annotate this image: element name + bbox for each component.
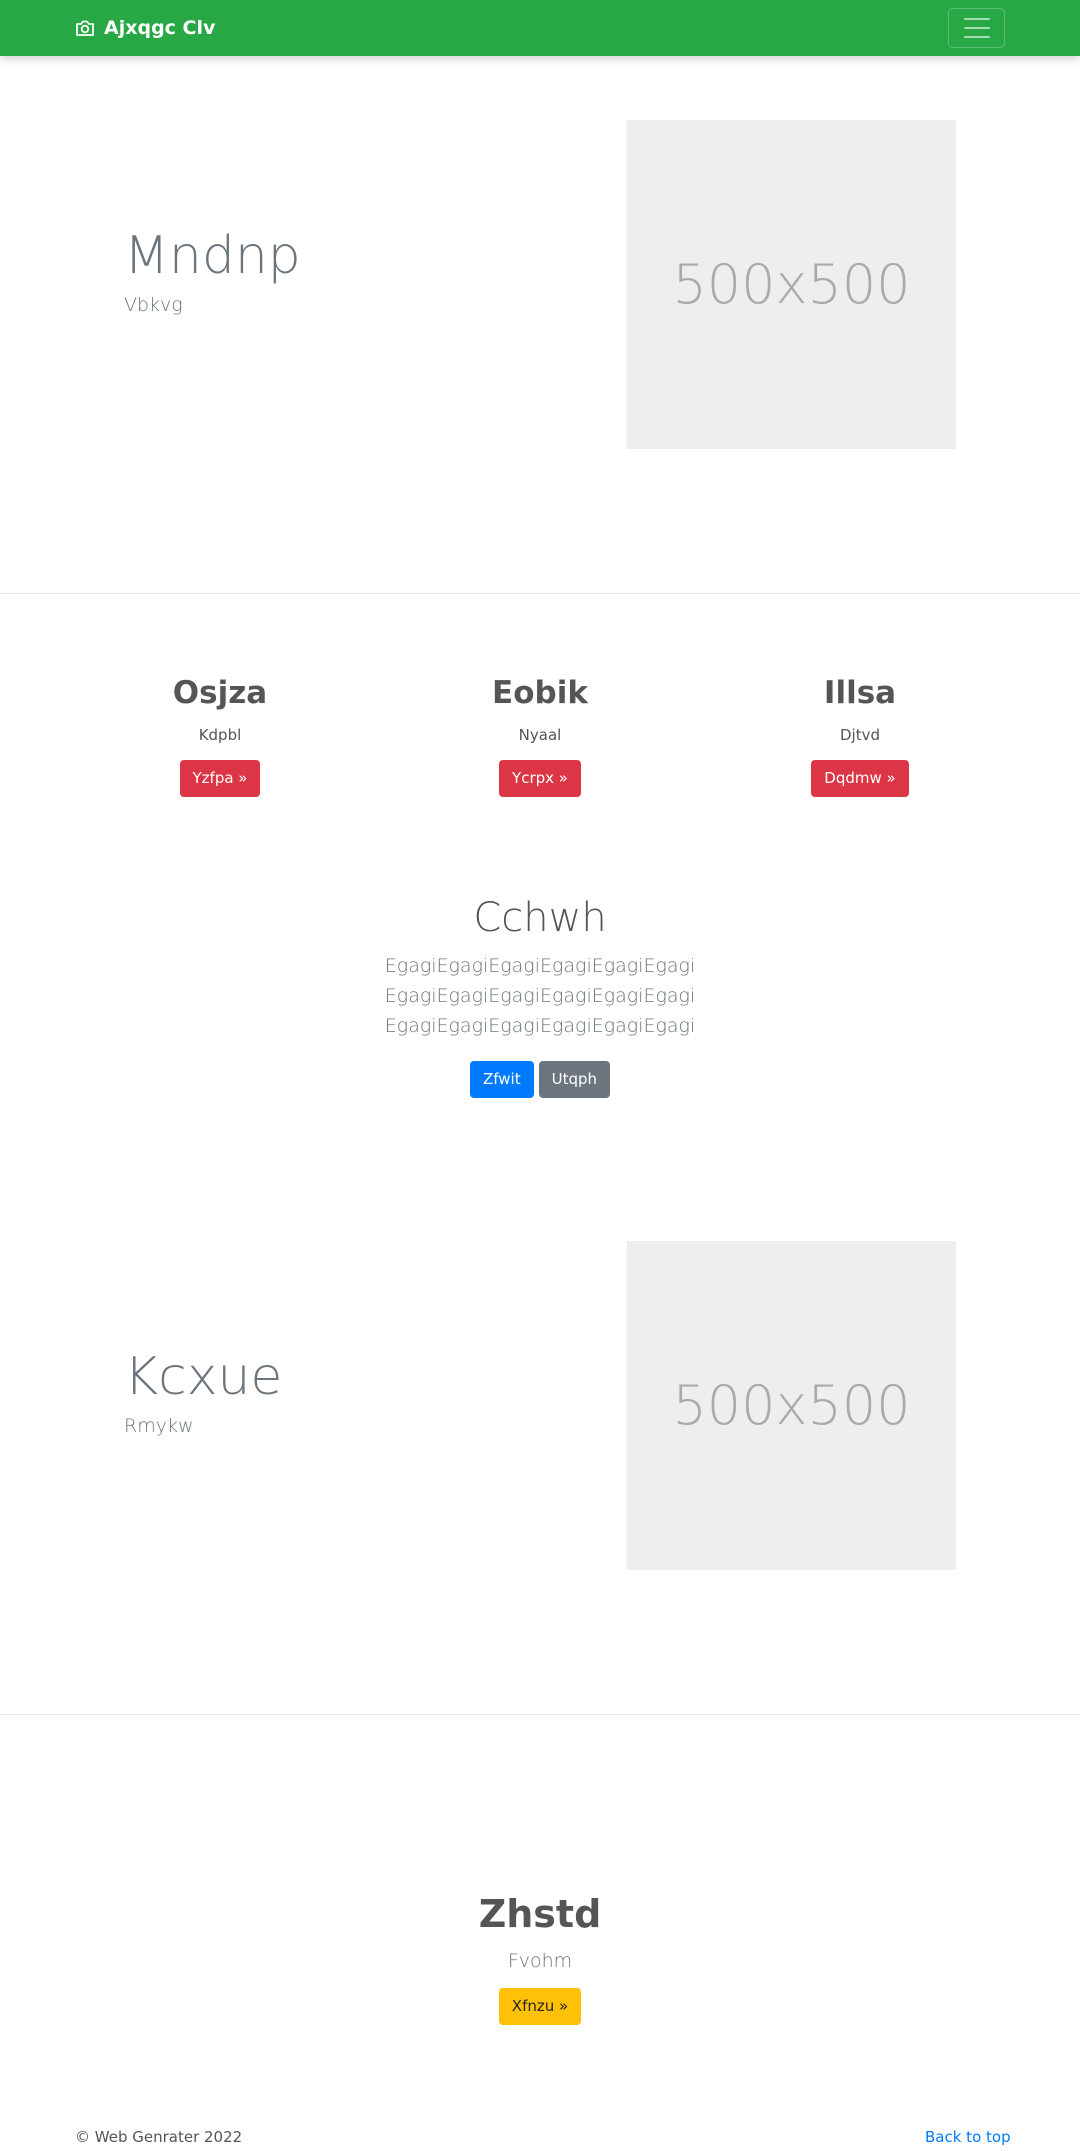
footer-copyright: © Web Genrater 2022 — [75, 2128, 243, 2146]
bottom-subtitle: Fvohm — [507, 1950, 573, 1972]
cta-secondary-button[interactable]: Utqph — [538, 1061, 611, 1098]
feature1-title: Mndnp — [124, 226, 301, 286]
navbar-toggler-button[interactable] — [948, 8, 1005, 48]
column-text: Kdpbl — [198, 726, 242, 745]
bottom-button[interactable]: Xfnzu » — [498, 1988, 582, 2025]
feature2-image: 500x500 — [627, 1241, 956, 1570]
column-1: Osjza Kdpbl Yzfpa » — [60, 675, 380, 798]
column-1-button[interactable]: Yzfpa » — [179, 760, 261, 798]
cta-section: Cchwh EgagiEgagiEgagiEgagiEgagiEgagi Ega… — [0, 895, 1080, 1098]
column-title: Osjza — [172, 675, 268, 711]
column-3: Illsa Djtvd Dqdmw » — [700, 675, 1020, 798]
section-divider — [0, 1714, 1080, 1715]
feature1-subtitle: Vbkvg — [124, 294, 183, 316]
column-title: Eobik — [492, 675, 588, 711]
back-to-top-link[interactable]: Back to top — [925, 2128, 1011, 2146]
cta-primary-button[interactable]: Zfwit — [469, 1061, 534, 1098]
hamburger-icon — [963, 18, 990, 20]
feature1-image: 500x500 — [627, 120, 956, 449]
cta-text: EgagiEgagiEgagiEgagiEgagiEgagi EgagiEgag… — [384, 955, 696, 1037]
cta-title: Cchwh — [473, 895, 607, 941]
bottom-section: Zhstd Fvohm Xfnzu » — [0, 1892, 1080, 2025]
section-divider — [0, 593, 1080, 594]
column-2-button[interactable]: Ycrpx » — [499, 760, 581, 798]
feature2-title: Kcxue — [124, 1347, 283, 1407]
column-title: Illsa — [823, 675, 897, 711]
column-text: Nyaal — [518, 726, 562, 745]
feature1-image-label: 500x500 — [672, 253, 911, 316]
feature2-subtitle: Rmykw — [124, 1415, 194, 1437]
camera-icon — [76, 20, 94, 36]
navbar-brand[interactable]: Ajxqgc Clv — [75, 0, 215, 56]
feature2-image-label: 500x500 — [672, 1374, 911, 1437]
column-text: Djtvd — [840, 726, 880, 745]
column-3-button[interactable]: Dqdmw » — [811, 760, 909, 798]
cta-buttons: Zfwit Utqph — [0, 1061, 1080, 1098]
navbar: Ajxqgc Clv — [0, 0, 1080, 56]
brand-label: Ajxqgc Clv — [104, 17, 216, 39]
column-2: Eobik Nyaal Ycrpx » — [380, 675, 700, 798]
bottom-title: Zhstd — [478, 1892, 602, 1936]
